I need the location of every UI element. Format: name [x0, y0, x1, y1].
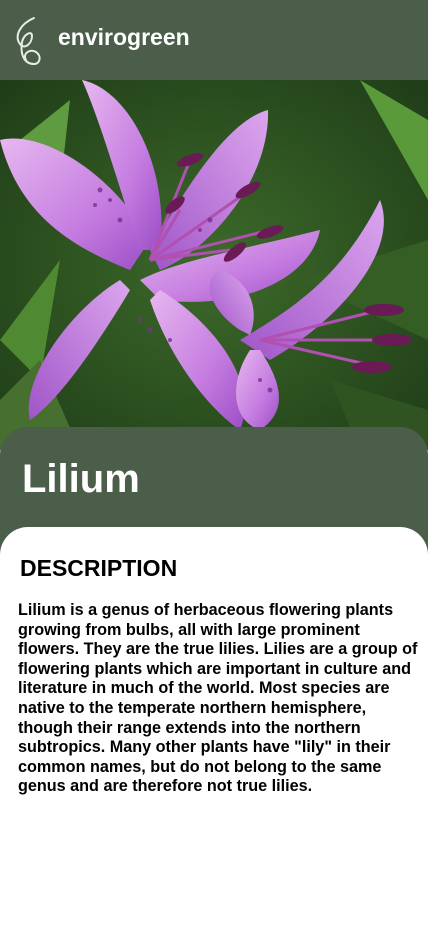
plant-hero-image	[0, 80, 428, 450]
description-text: Lilium is a genus of herbaceous flowerin…	[18, 601, 418, 796]
app-header: envirogreen	[0, 0, 428, 80]
plant-name: Lilium	[22, 457, 140, 501]
app-name: envirogreen	[58, 24, 190, 50]
description-heading: DESCRIPTION	[20, 555, 178, 581]
description-card: DESCRIPTION Lilium is a genus of herbace…	[0, 527, 428, 926]
leaf-logo-icon[interactable]	[10, 14, 44, 70]
